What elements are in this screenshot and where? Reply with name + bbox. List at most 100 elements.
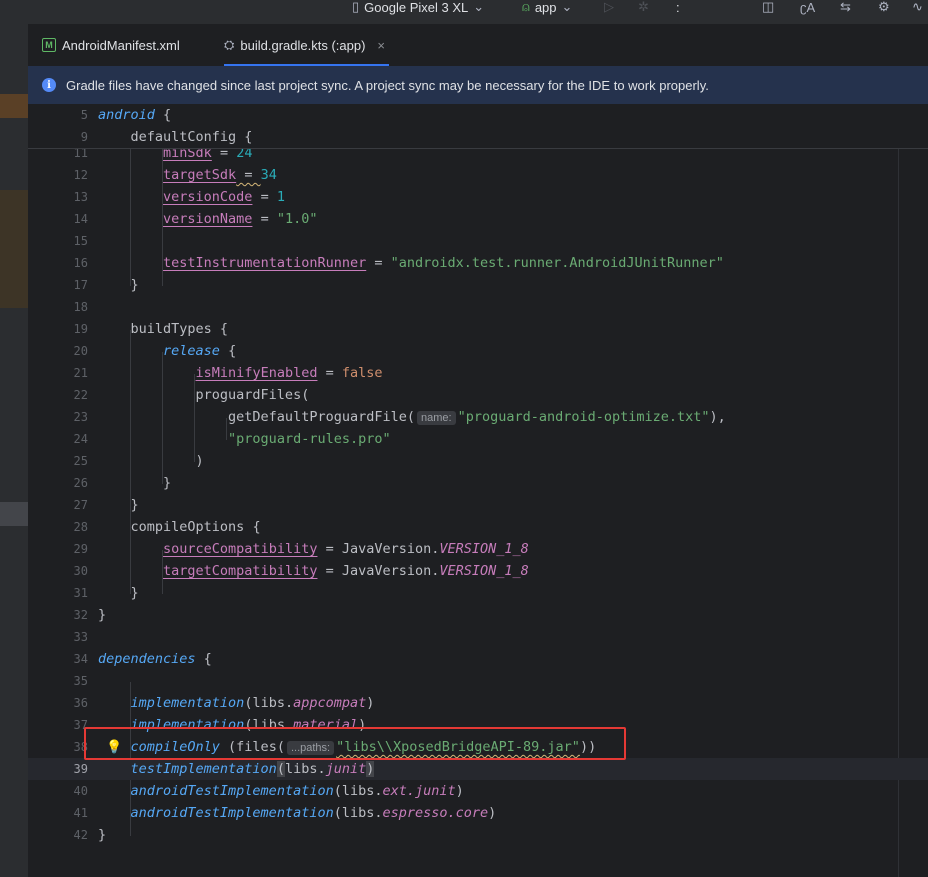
code-line-13[interactable]: versionCode = 1 <box>98 186 285 208</box>
code-line-9[interactable]: defaultConfig { <box>98 126 253 148</box>
code-line-24[interactable]: "proguard-rules.pro" <box>98 428 391 450</box>
line-number: 18 <box>73 300 88 314</box>
tab-label: build.gradle.kts (:app) <box>240 37 366 53</box>
gear-icon: ⚙ <box>878 0 890 14</box>
line-number: 5 <box>80 108 88 122</box>
code-line-29[interactable]: sourceCompatibility = JavaVersion.VERSIO… <box>98 538 529 560</box>
left-marker-orange <box>0 94 28 118</box>
line-number: 30 <box>73 564 88 578</box>
code-line-42[interactable]: } <box>98 824 106 846</box>
line-number: 22 <box>73 388 88 402</box>
sync-button[interactable]: ⇆ <box>840 0 851 14</box>
line-number-current: 39 <box>73 762 88 776</box>
code-line-16[interactable]: testInstrumentationRunner = "androidx.te… <box>98 252 724 274</box>
red-highlight-box <box>84 727 626 760</box>
line-number: 21 <box>73 366 88 380</box>
line-number: 25 <box>73 454 88 468</box>
chevron-down-icon: ⌄ <box>473 0 485 14</box>
line-number: 17 <box>73 278 88 292</box>
code-line-32[interactable]: } <box>98 604 106 626</box>
phone-icon: ▯ <box>352 0 360 14</box>
gradle-icon: ⛭ <box>224 37 235 52</box>
line-number: 42 <box>73 828 88 842</box>
line-number: 9 <box>80 130 88 144</box>
tab-android-manifest[interactable]: M AndroidManifest.xml <box>42 24 180 66</box>
device-selector[interactable]: ▯ Google Pixel 3 XL ⌄ <box>352 0 485 15</box>
assistant-icon: ∿ <box>912 0 923 14</box>
line-number: 15 <box>73 234 88 248</box>
translate-icon: ʗA <box>800 0 816 15</box>
line-number: 20 <box>73 344 88 358</box>
code-line-27[interactable]: } <box>98 494 139 516</box>
close-icon[interactable]: × <box>377 38 385 53</box>
bug-icon: ✲ <box>638 0 649 14</box>
code-line-23[interactable]: getDefaultProguardFile(name: "proguard-an… <box>98 406 726 428</box>
sync-icon: ⇆ <box>840 0 851 14</box>
device-label: Google Pixel 3 XL <box>364 0 469 15</box>
banner-text: Gradle files have changed since last pro… <box>66 77 709 93</box>
code-line-20[interactable]: release { <box>98 340 236 362</box>
more-icon: : <box>676 0 680 15</box>
code-line-34[interactable]: dependencies { <box>98 648 212 670</box>
line-number: 37 <box>73 718 88 732</box>
more-actions-button[interactable]: : <box>676 0 680 15</box>
line-number: 24 <box>73 432 88 446</box>
line-number: 16 <box>73 256 88 270</box>
sticky-scroll-header: 5 android { 9 defaultConfig { <box>28 104 928 149</box>
line-number: 13 <box>73 190 88 204</box>
run-button[interactable]: ▷ <box>604 0 614 14</box>
code-line-22[interactable]: proguardFiles( <box>98 384 310 406</box>
line-number: 19 <box>73 322 88 336</box>
line-number: 36 <box>73 696 88 710</box>
code-line-14[interactable]: versionName = "1.0" <box>98 208 317 230</box>
android-icon: ⍝ <box>522 0 530 14</box>
line-number: 38 <box>73 740 88 754</box>
line-number: 35 <box>73 674 88 688</box>
top-toolbar: ▯ Google Pixel 3 XL ⌄ ⍝ app ⌄ ▷ ✲ : ◫ ʗA… <box>0 0 928 24</box>
assistant-button[interactable]: ∿ <box>912 0 923 14</box>
code-line-12[interactable]: targetSdk = 34 <box>98 164 277 186</box>
chevron-down-icon: ⌄ <box>561 0 573 14</box>
code-line-26[interactable]: } <box>98 472 171 494</box>
line-number: 34 <box>73 652 88 666</box>
line-number: 12 <box>73 168 88 182</box>
code-line-5[interactable]: android { <box>98 104 171 126</box>
code-line-41[interactable]: androidTestImplementation(libs.espresso.… <box>98 802 497 824</box>
code-line-28[interactable]: compileOptions { <box>98 516 261 538</box>
play-icon: ▷ <box>604 0 614 14</box>
device-manager-button[interactable]: ◫ <box>762 0 774 14</box>
run-config-selector[interactable]: ⍝ app ⌄ <box>522 0 573 15</box>
line-number: 40 <box>73 784 88 798</box>
line-number: 41 <box>73 806 88 820</box>
line-number: 31 <box>73 586 88 600</box>
run-config-label: app <box>534 0 557 15</box>
left-marker-brown <box>0 190 28 308</box>
code-line-25[interactable]: ) <box>98 450 204 472</box>
code-editor[interactable]: 5 android { 9 defaultConfig { 11 minSdk … <box>28 104 928 877</box>
line-number: 23 <box>73 410 88 424</box>
code-line-21[interactable]: isMinifyEnabled = false <box>98 362 383 384</box>
code-line-17[interactable]: } <box>98 274 139 296</box>
left-tool-strip <box>0 24 28 877</box>
line-number: 14 <box>73 212 88 226</box>
code-line-39[interactable]: testImplementation(libs.junit) <box>98 758 375 780</box>
info-icon: i <box>42 78 56 92</box>
code-line-19[interactable]: buildTypes { <box>98 318 229 340</box>
code-line-40[interactable]: androidTestImplementation(libs.ext.junit… <box>98 780 464 802</box>
tab-build-gradle[interactable]: ⛭ build.gradle.kts (:app) × <box>224 24 390 66</box>
editor-tab-bar: M AndroidManifest.xml ⛭ build.gradle.kts… <box>28 24 928 66</box>
line-number: 26 <box>73 476 88 490</box>
debug-button[interactable]: ✲ <box>638 0 649 14</box>
code-line-36[interactable]: implementation(libs.appcompat) <box>98 692 375 714</box>
parameter-hint: name: <box>416 411 456 425</box>
translate-button[interactable]: ʗA <box>800 0 816 15</box>
line-number: 29 <box>73 542 88 556</box>
code-line-31[interactable]: } <box>98 582 139 604</box>
line-number: 28 <box>73 520 88 534</box>
code-line-30[interactable]: targetCompatibility = JavaVersion.VERSIO… <box>98 560 529 582</box>
settings-button[interactable]: ⚙ <box>878 0 890 14</box>
line-number: 33 <box>73 630 88 644</box>
device-manager-icon: ◫ <box>762 0 775 14</box>
line-number: 32 <box>73 608 88 622</box>
left-marker-gray[interactable] <box>0 502 28 526</box>
